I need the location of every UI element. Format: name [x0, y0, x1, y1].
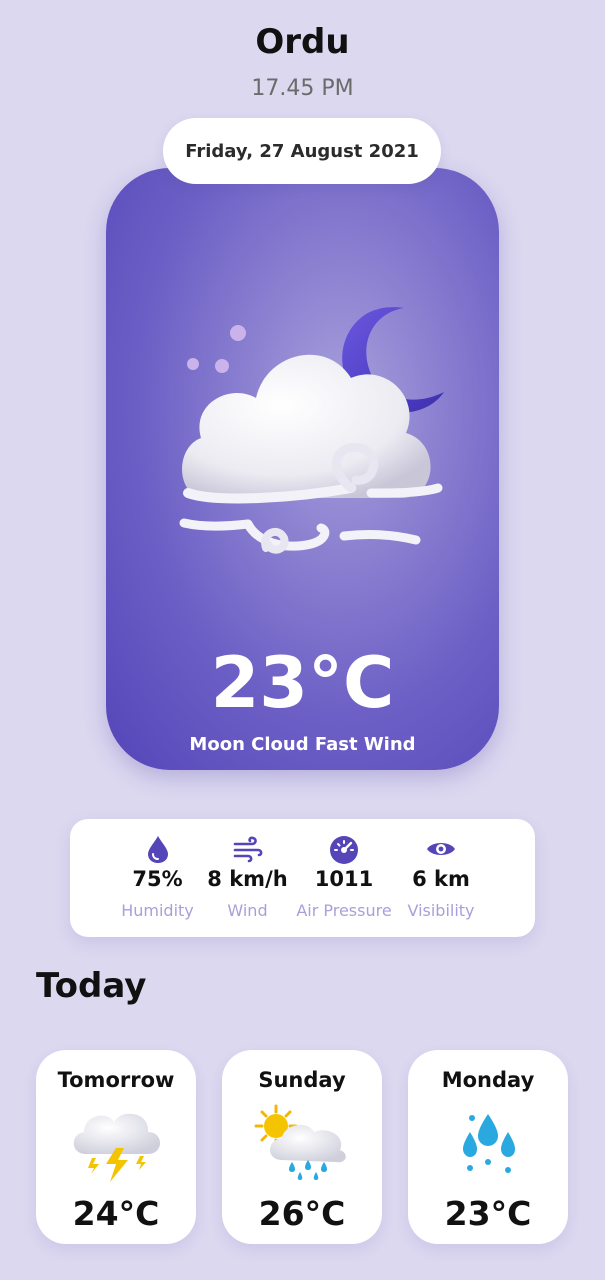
date-label: Friday, 27 August 2021	[185, 140, 419, 162]
current-temperature: 23°C	[210, 642, 395, 724]
humidity-value: 75%	[132, 867, 183, 891]
visibility-eye-icon	[427, 843, 455, 855]
forecast-day: Monday	[441, 1068, 535, 1092]
forecast-card-sunday[interactable]: Sunday 26°C	[222, 1050, 382, 1244]
sun-cloud-rain-icon	[254, 1104, 346, 1180]
date-pill: Friday, 27 August 2021	[163, 118, 441, 184]
current-time: 17.45 PM	[251, 76, 354, 101]
humidity-drop-icon	[147, 836, 168, 863]
air-pressure-value: 1011	[314, 867, 374, 891]
humidity-label: Humidity	[121, 901, 194, 920]
section-title: Today	[36, 966, 147, 1006]
forecast-temperature: 23°C	[444, 1194, 532, 1233]
wind-label: Wind	[227, 901, 268, 920]
wind-value: 8 km/h	[207, 867, 288, 891]
air-pressure-label: Air Pressure	[296, 901, 392, 920]
weather-condition: Moon Cloud Fast Wind	[189, 734, 416, 755]
stat-air-pressure: 1011 Air Pressure	[292, 819, 396, 937]
city-name: Ordu	[255, 22, 350, 62]
forecast-day: Sunday	[258, 1068, 346, 1092]
rain-drops-icon	[463, 1114, 515, 1173]
stat-wind: 8 km/h Wind	[200, 819, 295, 937]
forecast-temperature: 24°C	[72, 1194, 160, 1233]
visibility-value: 6 km	[412, 867, 470, 891]
stat-humidity: 75% Humidity	[110, 819, 205, 937]
weather-stats-card: 75% Humidity 8 km/h Wind 1011 Air Pressu…	[70, 819, 535, 937]
current-weather-card[interactable]: 23°C Moon Cloud Fast Wind	[106, 168, 499, 770]
forecast-card-monday[interactable]: Monday 23°C	[408, 1050, 568, 1244]
air-pressure-gauge-icon	[330, 836, 358, 864]
forecast-card-tomorrow[interactable]: Tomorrow 24°C	[36, 1050, 196, 1244]
forecast-temperature: 26°C	[258, 1194, 346, 1233]
moon-cloud-fast-wind-icon	[179, 307, 444, 554]
visibility-label: Visibility	[407, 901, 475, 920]
wind-icon	[233, 836, 262, 863]
stat-visibility: 6 km Visibility	[396, 819, 486, 937]
forecast-day: Tomorrow	[57, 1068, 175, 1092]
thunderstorm-cloud-icon	[73, 1113, 160, 1182]
